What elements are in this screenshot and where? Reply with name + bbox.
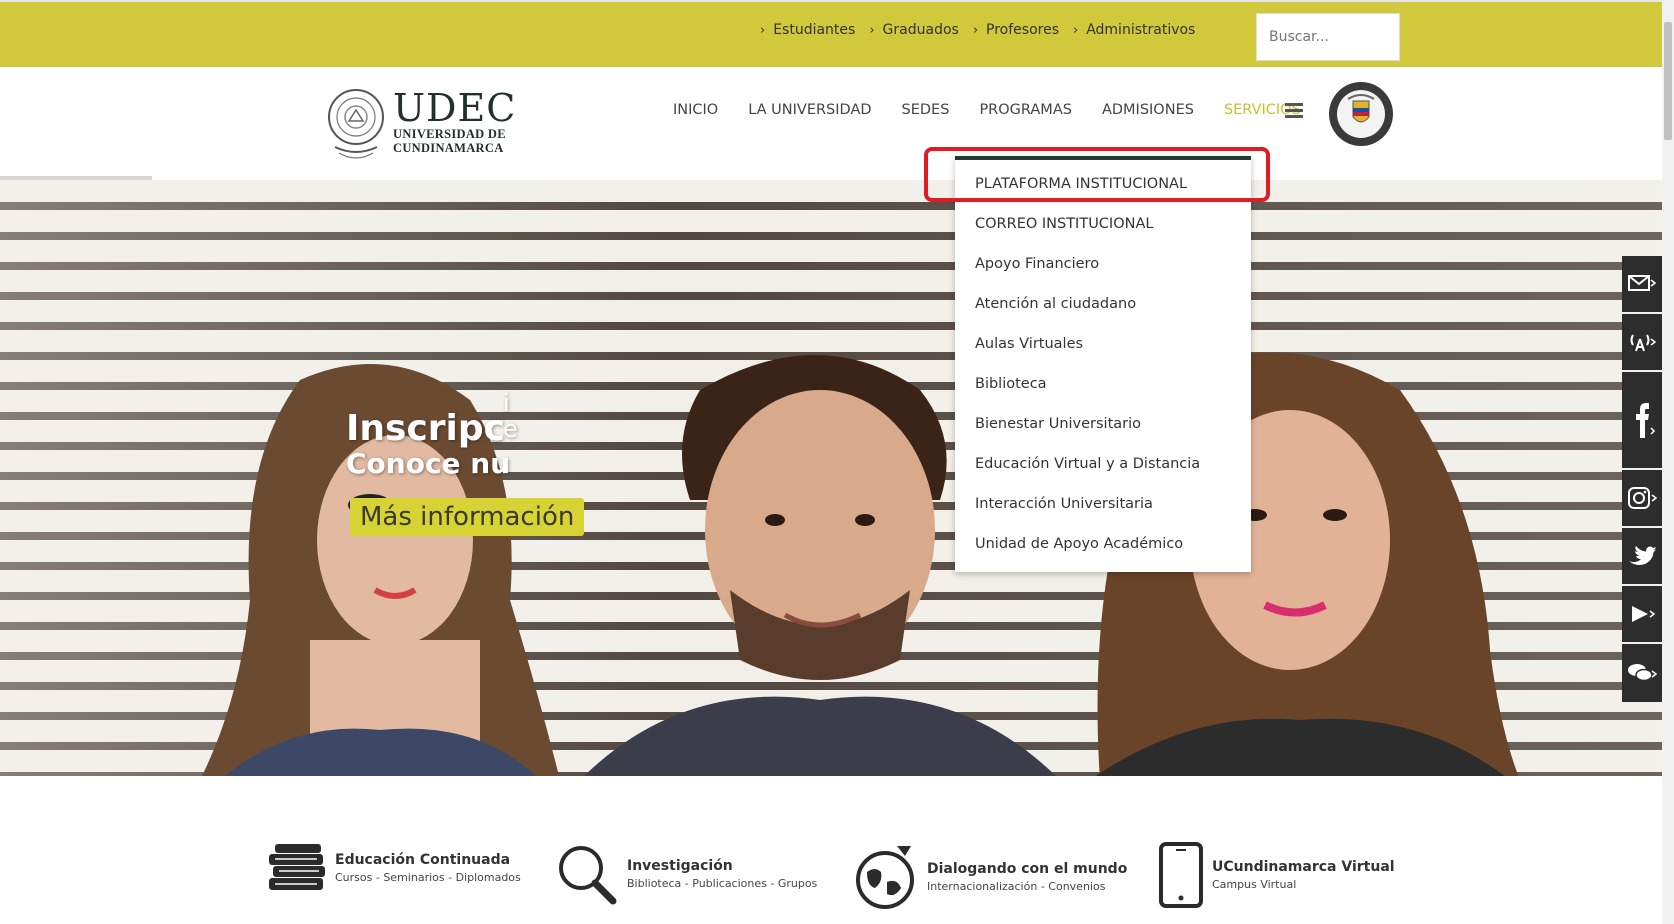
link-administrativos[interactable]: › Administrativos — [1073, 22, 1195, 38]
nav-admisiones[interactable]: ADMISIONES — [1087, 102, 1209, 118]
link-graduados[interactable]: › Graduados — [869, 22, 958, 38]
chevron-right-icon: › — [972, 22, 979, 38]
logo-line2: CUNDINAMARCA — [393, 141, 504, 155]
instagram-icon[interactable] — [1622, 470, 1662, 526]
search-input[interactable] — [1256, 13, 1400, 61]
menu-item-educacion-virtual[interactable]: Educación Virtual y a Distancia — [955, 444, 1251, 484]
scrollbar-thumb[interactable] — [1664, 22, 1672, 140]
menu-item-plataforma-institucional[interactable]: PLATAFORMA INSTITUCIONAL — [955, 164, 1251, 204]
page-scrollbar[interactable] — [1662, 0, 1674, 924]
colombia-shield-icon[interactable] — [1328, 81, 1394, 147]
youtube-play-icon[interactable] — [1622, 586, 1662, 642]
feature-title: UCundinamarca Virtual — [1212, 859, 1395, 875]
chat-icon[interactable] — [1622, 644, 1662, 702]
hero-heading-tail: ie — [503, 389, 518, 443]
features-section: Educación Continuada Cursos - Seminarios… — [0, 776, 1662, 924]
feature-subtitle: Internacionalización - Convenios — [927, 880, 1106, 893]
feature-ucundinamarca-virtual[interactable]: UCundinamarca Virtual Campus Virtual — [1158, 842, 1395, 908]
hero-subheading: Conoce nu — [346, 447, 511, 480]
feature-educacion-continuada[interactable]: Educación Continuada Cursos - Seminarios… — [265, 842, 521, 894]
chevron-right-icon: › — [760, 22, 766, 38]
books-icon — [269, 844, 325, 890]
udec-logo[interactable]: UDEC UNIVERSIDAD DE CUNDINAMARCA — [327, 77, 516, 167]
nav-programas[interactable]: PROGRAMAS — [964, 102, 1087, 118]
top-bar: › Estudiantes › Graduados › Profesores › Adm… — [0, 0, 1662, 67]
feature-title: Educación Continuada — [335, 852, 511, 868]
audience-links: › Estudiantes › Graduados › Profesores › Adm… — [760, 22, 1195, 38]
email-icon[interactable] — [1622, 256, 1662, 312]
magnifier-icon — [559, 846, 617, 905]
nav-la-universidad[interactable]: LA UNIVERSIDAD — [733, 102, 886, 118]
more-info-button[interactable]: Más información — [350, 498, 585, 536]
menu-item-bienestar-universitario[interactable]: Bienestar Universitario — [955, 404, 1251, 444]
menu-item-correo-institucional[interactable]: CORREO INSTITUCIONAL — [955, 204, 1251, 244]
hamburger-menu-icon[interactable] — [1285, 103, 1303, 121]
smartphone-icon — [1159, 842, 1203, 908]
radio-icon[interactable] — [1622, 314, 1662, 370]
hero-heading: Inscripc — [346, 408, 505, 449]
menu-item-interaccion-universitaria[interactable]: Interacción Universitaria — [955, 484, 1251, 524]
logo-line1: UNIVERSIDAD DE — [393, 127, 506, 141]
menu-item-aulas-virtuales[interactable]: Aulas Virtuales — [955, 324, 1251, 364]
feature-investigacion[interactable]: Investigación Biblioteca - Publicaciones… — [555, 842, 817, 906]
chevron-right-icon: › — [869, 22, 875, 38]
logo-wordmark: UDEC — [393, 86, 517, 130]
header: UDEC UNIVERSIDAD DE CUNDINAMARCA INICIO … — [0, 67, 1662, 177]
menu-item-biblioteca[interactable]: Biblioteca — [955, 364, 1251, 404]
chevron-right-icon: › — [1073, 22, 1079, 38]
nav-sedes[interactable]: SEDES — [887, 102, 965, 118]
twitter-icon[interactable] — [1622, 528, 1662, 584]
feature-subtitle: Cursos - Seminarios - Diplomados — [335, 871, 521, 884]
student-photo-left — [201, 364, 559, 776]
nav-inicio[interactable]: INICIO — [658, 102, 733, 118]
feature-title: Dialogando con el mundo — [927, 861, 1128, 877]
globe-plane-icon — [856, 846, 914, 909]
link-estudiantes[interactable]: › Estudiantes — [760, 22, 855, 38]
menu-item-atencion-ciudadano[interactable]: Atención al ciudadano — [955, 284, 1251, 324]
menu-item-unidad-apoyo-academico[interactable]: Unidad de Apoyo Académico — [955, 524, 1251, 564]
link-profesores[interactable]: › Profesores — [973, 22, 1059, 38]
university-seal-icon — [328, 89, 384, 159]
hero-banner: Inscripc ie Conoce nu Más información — [0, 180, 1662, 776]
feature-title: Investigación — [627, 858, 733, 874]
feature-subtitle: Biblioteca - Publicaciones - Grupos — [627, 877, 818, 890]
feature-subtitle: Campus Virtual — [1212, 878, 1297, 891]
servicios-dropdown: PLATAFORMA INSTITUCIONAL CORREO INSTITUC… — [955, 156, 1251, 572]
main-nav: INICIO LA UNIVERSIDAD SEDES PROGRAMAS AD… — [658, 102, 1316, 118]
feature-dialogando-mundo[interactable]: Dialogando con el mundo Internacionaliza… — [853, 842, 1127, 912]
facebook-icon[interactable] — [1622, 372, 1662, 468]
menu-item-apoyo-financiero[interactable]: Apoyo Financiero — [955, 244, 1251, 284]
